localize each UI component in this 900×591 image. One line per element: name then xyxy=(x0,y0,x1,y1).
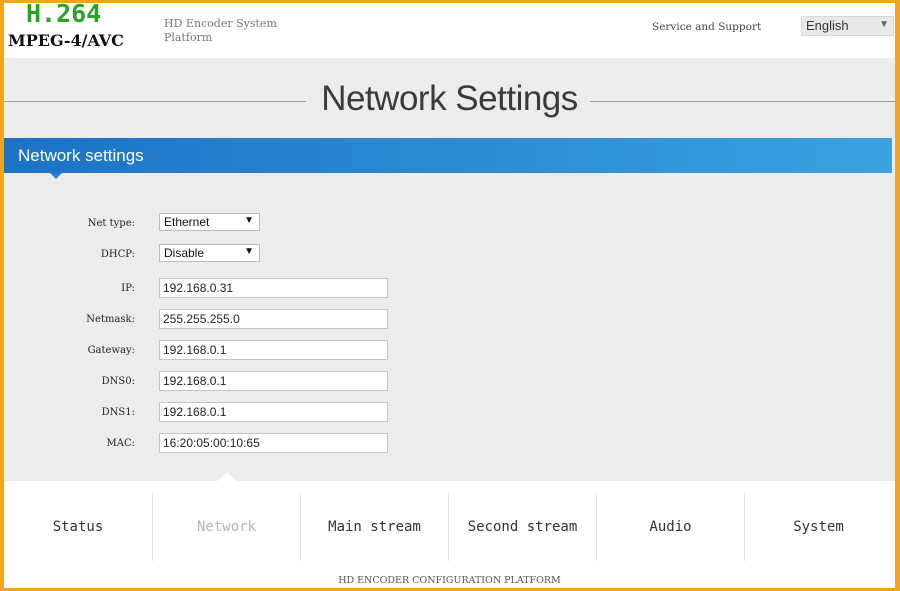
nav-active-indicator xyxy=(217,472,237,481)
dhcp-label: DHCP: xyxy=(100,249,135,260)
mac-input[interactable]: 16:20:05:00:10:65 xyxy=(159,433,388,453)
netmask-input[interactable]: 255.255.255.0 xyxy=(159,309,388,329)
tab-status[interactable]: Status xyxy=(4,493,152,561)
gateway-input[interactable]: 192.168.0.1 xyxy=(159,340,388,360)
chevron-down-icon: ▼ xyxy=(244,215,254,226)
section-notch xyxy=(50,173,62,179)
footer-text: HD ENCODER CONFIGURATION PLATFORM xyxy=(338,575,561,586)
page-title: Network Settings xyxy=(321,79,578,118)
section-title: Network settings xyxy=(18,146,144,165)
logo-h264: H.264 xyxy=(26,3,102,28)
netmask-label: Netmask: xyxy=(86,314,135,325)
tab-system[interactable]: System xyxy=(744,493,892,561)
tab-audio[interactable]: Audio xyxy=(596,493,744,561)
bottom-nav: Status Network Main stream Second stream… xyxy=(4,472,895,588)
gateway-label: Gateway: xyxy=(87,345,135,356)
platform-title: HD Encoder System Platform xyxy=(164,17,277,44)
dhcp-select[interactable]: Disable ▼ xyxy=(159,244,260,262)
chevron-down-icon: ▼ xyxy=(244,246,254,257)
dhcp-value: Disable xyxy=(164,246,205,260)
header: H.264 MPEG-4/AVC HD Encoder System Platf… xyxy=(4,3,895,58)
dns1-input[interactable]: 192.168.0.1 xyxy=(159,402,388,422)
chevron-down-icon: ▼ xyxy=(879,19,889,30)
language-value: English xyxy=(806,18,849,33)
mac-label: MAC: xyxy=(106,438,135,449)
logo-mpeg: MPEG-4/AVC xyxy=(8,31,124,50)
net-type-value: Ethernet xyxy=(164,215,210,229)
title-row: Network Settings xyxy=(4,79,895,123)
tab-second-stream[interactable]: Second stream xyxy=(448,493,596,561)
section-header: Network settings xyxy=(4,138,892,173)
net-type-label: Net type: xyxy=(87,218,135,229)
tab-main-stream[interactable]: Main stream xyxy=(300,493,448,561)
service-support-link[interactable]: Service and Support xyxy=(652,21,761,33)
dns0-label: DNS0: xyxy=(101,376,135,387)
dns0-input[interactable]: 192.168.0.1 xyxy=(159,371,388,391)
net-type-select[interactable]: Ethernet ▼ xyxy=(159,213,260,231)
dns1-label: DNS1: xyxy=(101,407,135,418)
ip-input[interactable]: 192.168.0.31 xyxy=(159,278,388,298)
app-frame: H.264 MPEG-4/AVC HD Encoder System Platf… xyxy=(4,3,895,588)
tab-network[interactable]: Network xyxy=(152,493,300,561)
ip-label: IP: xyxy=(121,283,135,294)
language-select[interactable]: English ▼ xyxy=(801,16,894,36)
